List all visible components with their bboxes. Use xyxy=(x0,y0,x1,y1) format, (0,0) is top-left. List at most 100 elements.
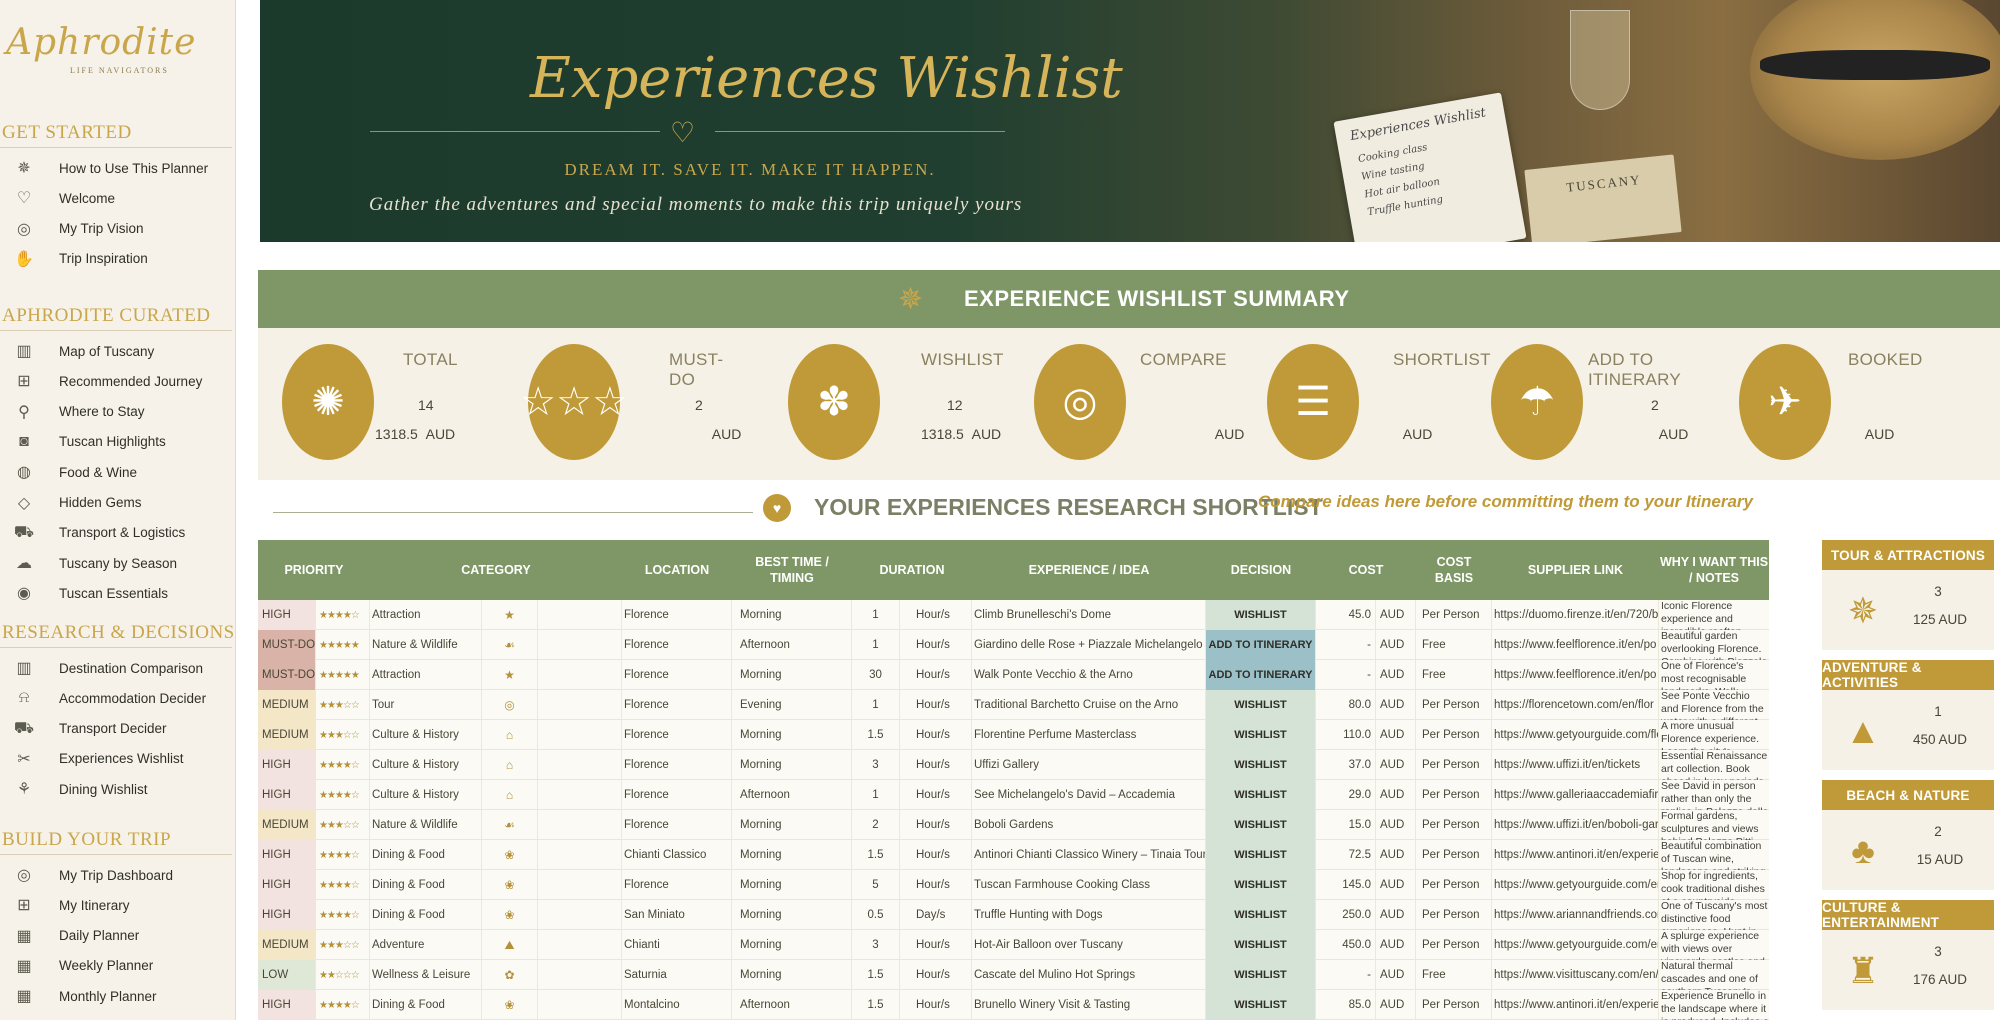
supplier-link[interactable]: https://www.antinori.it/en/experie xyxy=(1492,840,1659,870)
column-header[interactable]: PRIORITY xyxy=(258,540,370,600)
decision-dropdown[interactable]: WISHLIST xyxy=(1206,930,1316,960)
supplier-link[interactable]: https://www.ariannandfriends.com xyxy=(1492,900,1659,930)
table-row[interactable]: HIGH ★★★★☆ Dining & Food ❀ Florence Morn… xyxy=(258,870,1769,900)
priority-cell: HIGH xyxy=(258,840,316,870)
experience-idea[interactable]: Brunello Winery Visit & Tasting xyxy=(972,990,1206,1020)
category-card[interactable]: CULTURE & ENTERTAINMENT ♜ 3 176 AUD xyxy=(1822,900,1994,1010)
table-row[interactable]: MUST-DO ★★★★★ Nature & Wildlife ☙ Floren… xyxy=(258,630,1769,660)
decision-dropdown[interactable]: ADD TO ITINERARY xyxy=(1206,660,1316,690)
experience-idea[interactable]: Cascate del Mulino Hot Springs xyxy=(972,960,1206,990)
experience-idea[interactable]: Giardino delle Rose + Piazzale Michelang… xyxy=(972,630,1206,660)
sidebar-item[interactable]: ♡ Welcome xyxy=(10,184,230,212)
table-row[interactable]: HIGH ★★★★☆ Culture & History ⌂ Florence … xyxy=(258,750,1769,780)
decision-dropdown[interactable]: WISHLIST xyxy=(1206,690,1316,720)
sidebar-item[interactable]: ⍾ Accommodation Decider xyxy=(10,684,230,712)
column-header[interactable]: WHY I WANT THIS / NOTES xyxy=(1659,540,1769,600)
sidebar-item[interactable]: ⚲ Where to Stay xyxy=(10,398,230,426)
experience-idea[interactable]: Florentine Perfume Masterclass xyxy=(972,720,1206,750)
decision-dropdown[interactable]: WISHLIST xyxy=(1206,990,1316,1020)
banner-divider-right xyxy=(715,131,1005,132)
supplier-link[interactable]: https://www.antinori.it/en/experie xyxy=(1492,990,1659,1020)
sidebar-item[interactable]: ⊞ My Itinerary xyxy=(10,891,230,919)
decision-dropdown[interactable]: WISHLIST xyxy=(1206,720,1316,750)
decision-dropdown[interactable]: WISHLIST xyxy=(1206,780,1316,810)
sidebar-item[interactable]: ⊞ Recommended Journey xyxy=(10,367,230,395)
rating-stars: ★★★★☆ xyxy=(316,780,370,810)
experience-idea[interactable]: Boboli Gardens xyxy=(972,810,1206,840)
supplier-link[interactable]: https://www.galleriaaccademiafire xyxy=(1492,780,1659,810)
column-header[interactable]: DECISION xyxy=(1206,540,1316,600)
sidebar-item[interactable]: ◎ My Trip Vision xyxy=(10,215,230,243)
sidebar-item[interactable]: ◍ Food & Wine xyxy=(10,458,230,486)
decision-dropdown[interactable]: WISHLIST xyxy=(1206,900,1316,930)
decision-dropdown[interactable]: WISHLIST xyxy=(1206,840,1316,870)
supplier-link[interactable]: https://www.uffizi.it/en/boboli-gar xyxy=(1492,810,1659,840)
experience-idea[interactable]: Traditional Barchetto Cruise on the Arno xyxy=(972,690,1206,720)
category-card[interactable]: TOUR & ATTRACTIONS ✵ 3 125 AUD xyxy=(1822,540,1994,650)
experience-idea[interactable]: Antinori Chianti Classico Winery – Tinai… xyxy=(972,840,1206,870)
supplier-link[interactable]: https://duomo.firenze.it/en/720/b xyxy=(1492,600,1659,630)
sidebar-item[interactable]: ✂ Experiences Wishlist xyxy=(10,745,230,773)
category-card[interactable]: BEACH & NATURE ♣ 2 15 AUD xyxy=(1822,780,1994,890)
sidebar-item[interactable]: ☁ Tuscany by Season xyxy=(10,549,230,577)
column-header[interactable]: LOCATION xyxy=(622,540,732,600)
decision-dropdown[interactable]: WISHLIST xyxy=(1206,870,1316,900)
table-row[interactable]: MEDIUM ★★★☆☆ Adventure ⛰ Chianti Morning… xyxy=(258,930,1769,960)
table-row[interactable]: HIGH ★★★★☆ Dining & Food ❀ Chianti Class… xyxy=(258,840,1769,870)
sidebar-item[interactable]: ✋ Trip Inspiration xyxy=(10,245,230,273)
table-row[interactable]: MUST-DO ★★★★★ Attraction ★ Florence Morn… xyxy=(258,660,1769,690)
sidebar-item[interactable]: ▥ Destination Comparison xyxy=(10,654,230,682)
table-row[interactable]: HIGH ★★★★☆ Attraction ★ Florence Morning… xyxy=(258,600,1769,630)
column-header[interactable]: BEST TIME / TIMING xyxy=(732,540,852,600)
sidebar-item[interactable]: ✵ How to Use This Planner xyxy=(10,154,230,182)
experience-idea[interactable]: Truffle Hunting with Dogs xyxy=(972,900,1206,930)
experience-idea[interactable]: Tuscan Farmhouse Cooking Class xyxy=(972,870,1206,900)
table-row[interactable]: HIGH ★★★★☆ Dining & Food ❀ San Miniato M… xyxy=(258,900,1769,930)
sidebar-item[interactable]: ▥ Map of Tuscany xyxy=(10,337,230,365)
sidebar-item[interactable]: ◉ Tuscan Essentials xyxy=(10,579,230,607)
table-row[interactable]: LOW ★★☆☆☆ Wellness & Leisure ✿ Saturnia … xyxy=(258,960,1769,990)
experience-idea[interactable]: Climb Brunelleschi's Dome xyxy=(972,600,1206,630)
sidebar-item[interactable]: ◙ Tuscan Highlights xyxy=(10,428,230,456)
sidebar-item[interactable]: ⛟ Transport Decider xyxy=(10,715,230,743)
column-header[interactable]: SUPPLIER LINK xyxy=(1492,540,1659,600)
category-card[interactable]: ADVENTURE & ACTIVITIES ▲ 1 450 AUD xyxy=(1822,660,1994,770)
supplier-link[interactable]: https://www.feelflorence.it/en/po xyxy=(1492,630,1659,660)
column-header[interactable]: DURATION xyxy=(852,540,972,600)
supplier-link[interactable]: https://www.getyourguide.com/en xyxy=(1492,930,1659,960)
table-row[interactable]: HIGH ★★★★☆ Dining & Food ❀ Montalcino Af… xyxy=(258,990,1769,1020)
decision-dropdown[interactable]: WISHLIST xyxy=(1206,600,1316,630)
experience-idea[interactable]: Hot-Air Balloon over Tuscany xyxy=(972,930,1206,960)
brand-logo[interactable]: Aphrodite LIFE NAVIGATORS xyxy=(0,8,230,88)
decision-dropdown[interactable]: WISHLIST xyxy=(1206,750,1316,780)
decision-dropdown[interactable]: ADD TO ITINERARY xyxy=(1206,630,1316,660)
decision-dropdown[interactable]: WISHLIST xyxy=(1206,810,1316,840)
supplier-link[interactable]: https://www.feelflorence.it/en/po xyxy=(1492,660,1659,690)
sidebar-item[interactable]: ⚘ Dining Wishlist xyxy=(10,775,230,803)
sidebar-item[interactable]: ▦ Weekly Planner xyxy=(10,952,230,980)
sidebar-item[interactable]: ◇ Hidden Gems xyxy=(10,489,230,517)
supplier-link[interactable]: https://www.uffizi.it/en/tickets xyxy=(1492,750,1659,780)
cost-currency: AUD xyxy=(1376,870,1416,900)
supplier-link[interactable]: https://www.visittuscany.com/en/ xyxy=(1492,960,1659,990)
column-header[interactable]: COST xyxy=(1316,540,1416,600)
sidebar-item[interactable]: ⛟ Transport & Logistics xyxy=(10,519,230,547)
map-icon: ▥ xyxy=(16,660,32,677)
sidebar-item[interactable]: ◎ My Trip Dashboard xyxy=(10,861,230,889)
sidebar-item[interactable]: ▦ Daily Planner xyxy=(10,922,230,950)
table-row[interactable]: MEDIUM ★★★☆☆ Tour ◎ Florence Evening 1 H… xyxy=(258,690,1769,720)
supplier-link[interactable]: https://www.getyourguide.com/flo xyxy=(1492,720,1659,750)
table-row[interactable]: MEDIUM ★★★☆☆ Culture & History ⌂ Florenc… xyxy=(258,720,1769,750)
experience-idea[interactable]: Uffizi Gallery xyxy=(972,750,1206,780)
column-header[interactable]: COST BASIS xyxy=(1416,540,1492,600)
table-row[interactable]: HIGH ★★★★☆ Culture & History ⌂ Florence … xyxy=(258,780,1769,810)
experience-idea[interactable]: Walk Ponte Vecchio & the Arno xyxy=(972,660,1206,690)
sidebar-item[interactable]: ▦ Monthly Planner xyxy=(10,982,230,1010)
column-header[interactable]: EXPERIENCE / IDEA xyxy=(972,540,1206,600)
table-row[interactable]: MEDIUM ★★★☆☆ Nature & Wildlife ☙ Florenc… xyxy=(258,810,1769,840)
column-header[interactable]: CATEGORY xyxy=(370,540,622,600)
supplier-link[interactable]: https://www.getyourguide.com/en xyxy=(1492,870,1659,900)
experience-idea[interactable]: See Michelangelo's David – Accademia xyxy=(972,780,1206,810)
supplier-link[interactable]: https://florencetown.com/en/flor xyxy=(1492,690,1659,720)
decision-dropdown[interactable]: WISHLIST xyxy=(1206,960,1316,990)
